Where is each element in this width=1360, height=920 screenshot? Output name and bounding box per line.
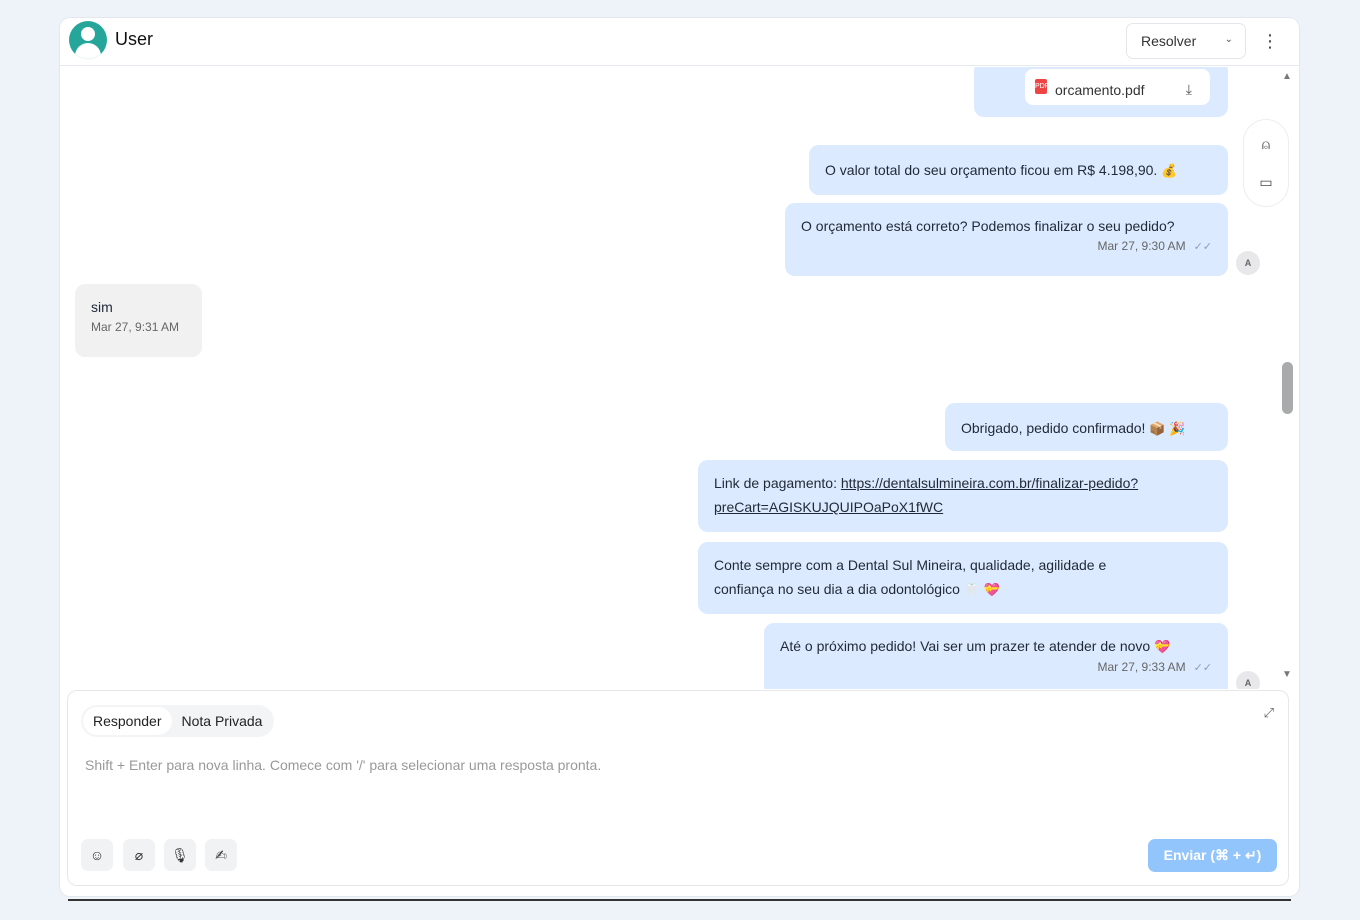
read-receipt-icon: ✓✓: [1193, 662, 1212, 674]
microphone-icon[interactable]: 🎙: [164, 839, 196, 871]
read-receipt-icon: ✓✓: [1193, 241, 1212, 253]
message-bubble-payment-link: Link de pagamento: https://dentalsulmine…: [698, 460, 1228, 532]
chevron-down-icon[interactable]: ⌄: [1225, 34, 1233, 45]
message-input[interactable]: Shift + Enter para nova linha. Comece co…: [85, 757, 601, 773]
send-button[interactable]: Enviar (⌘ + ↵): [1148, 839, 1277, 872]
timestamp-text: Mar 27, 9:30 AM: [1097, 239, 1186, 253]
emoji-icon[interactable]: ☺: [81, 839, 113, 871]
message-text: O valor total do seu orçamento ficou em …: [825, 162, 1158, 178]
scroll-down-arrow-icon[interactable]: ▼: [1282, 669, 1292, 680]
message-bubble-thanks: Obrigado, pedido confirmado! 📦 🎉: [945, 403, 1228, 451]
message-text: sim: [91, 299, 113, 315]
money-bag-icon: 💰: [1161, 163, 1178, 178]
heart-gift-icon: 💝: [1154, 639, 1171, 654]
message-list[interactable]: PDF orcamento.pdf ⤓ O valor total do seu…: [60, 67, 1299, 689]
message-bubble-conte: Conte sempre com a Dental Sul Mineira, q…: [698, 542, 1228, 614]
package-party-icon: 📦 🎉: [1149, 421, 1186, 436]
message-bubble-confirm: O orçamento está correto? Podemos finali…: [785, 203, 1228, 276]
payment-link[interactable]: https://dentalsulmineira.com.br/finaliza…: [841, 475, 1138, 491]
expand-icon[interactable]: ⤢: [1264, 705, 1274, 721]
pdf-attachment[interactable]: PDF orcamento.pdf ⤓: [1025, 69, 1210, 105]
message-text-line1: Conte sempre com a Dental Sul Mineira, q…: [714, 557, 1107, 573]
avatar-body-shape: [75, 43, 101, 59]
window-bottom-border: [68, 899, 1291, 901]
message-bubble-incoming: sim Mar 27, 9:31 AM: [75, 284, 202, 357]
avatar-head-shape: [81, 27, 95, 41]
conversation-header: User Resolver ⌄ ⋮: [60, 18, 1299, 66]
user-avatar[interactable]: [69, 21, 107, 59]
more-options-icon[interactable]: ⋮: [1260, 30, 1280, 54]
timestamp-text: Mar 27, 9:33 AM: [1097, 660, 1186, 674]
message-text: Até o próximo pedido! Vai ser um prazer …: [780, 638, 1151, 654]
message-bubble-total: O valor total do seu orçamento ficou em …: [809, 145, 1228, 195]
contact-icon[interactable]: ⍝: [1256, 134, 1276, 154]
conversation-window: User Resolver ⌄ ⋮ PDF orcamento.pdf ⤓ O …: [60, 18, 1299, 896]
tab-reply[interactable]: Responder: [83, 707, 172, 735]
agent-avatar: A: [1236, 251, 1260, 275]
agent-avatar: A: [1236, 671, 1260, 689]
side-panel-actions: ⍝ ▭: [1243, 119, 1289, 207]
message-text-line2: confiança no seu dia a dia odontológico: [714, 581, 960, 597]
pdf-file-icon: PDF: [1035, 79, 1049, 94]
message-bubble-ate: Até o próximo pedido! Vai ser um prazer …: [764, 623, 1228, 689]
reply-composer: Responder Nota Privada ⤢ Shift + Enter p…: [67, 690, 1289, 886]
message-timestamp: Mar 27, 9:31 AM: [91, 320, 180, 334]
tooth-heart-icon: 🦷 💝: [963, 582, 1000, 597]
message-timestamp: Mar 27, 9:33 AM ✓✓: [780, 659, 1212, 676]
download-icon[interactable]: ⤓: [1186, 77, 1192, 101]
card-icon[interactable]: ▭: [1256, 172, 1276, 192]
message-text: O orçamento está correto? Podemos finali…: [801, 218, 1175, 234]
scrollbar-thumb[interactable]: [1282, 362, 1293, 414]
contact-name[interactable]: User: [115, 29, 153, 50]
message-text: Obrigado, pedido confirmado!: [961, 420, 1146, 436]
scroll-up-arrow-icon[interactable]: ▲: [1282, 71, 1292, 82]
attachment-file-name: orcamento.pdf: [1055, 82, 1145, 98]
link-prefix: Link de pagamento:: [714, 475, 837, 491]
composer-tabs: Responder Nota Privada: [81, 705, 275, 737]
resolve-label: Resolver: [1141, 33, 1197, 49]
tab-private-note[interactable]: Nota Privada: [172, 707, 273, 735]
resolve-button[interactable]: Resolver ⌄: [1126, 23, 1246, 59]
payment-link-continued[interactable]: preCart=AGISKUJQUIPOaPoX1fWC: [714, 499, 943, 515]
message-timestamp: Mar 27, 9:30 AM ✓✓: [801, 238, 1212, 255]
signature-icon[interactable]: ✍: [205, 839, 237, 871]
message-bubble-attachment: PDF orcamento.pdf ⤓: [974, 67, 1228, 117]
attach-icon[interactable]: ⌀: [123, 839, 155, 871]
